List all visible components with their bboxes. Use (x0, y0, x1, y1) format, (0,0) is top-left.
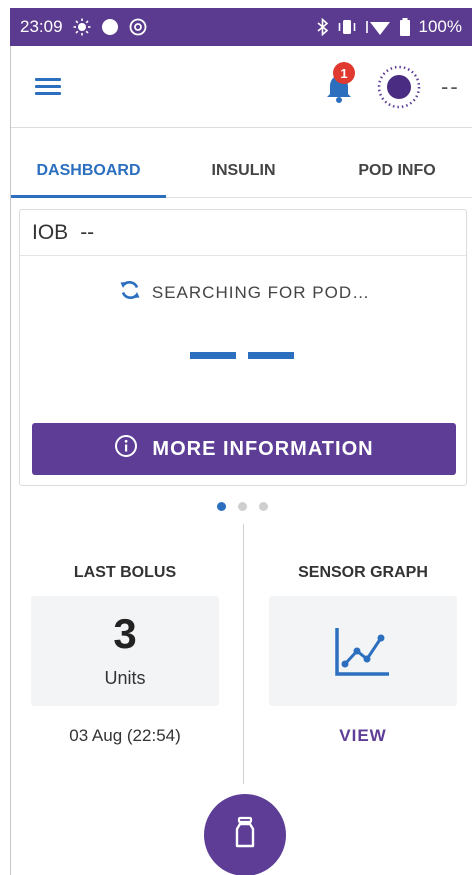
at-sign-icon (129, 18, 147, 36)
iob-label: IOB (32, 220, 69, 244)
circle-icon (101, 18, 119, 36)
app-frame: 1 -- DASHBOARD INSULIN POD INFO IOB -- S… (10, 46, 472, 875)
hamburger-menu-icon[interactable] (35, 75, 65, 99)
vibrate-icon (337, 18, 357, 36)
brightness-icon (73, 18, 91, 36)
status-time: 23:09 (20, 17, 63, 36)
bolus-fab-button[interactable] (204, 794, 286, 875)
searching-text: SEARCHING FOR POD… (151, 282, 371, 302)
bluetooth-icon (317, 18, 329, 36)
last-bolus-units: Units (104, 668, 146, 688)
pager-dot[interactable] (216, 502, 226, 511)
last-bolus-title: LAST BOLUS (73, 564, 177, 581)
battery-percent: 100% (418, 17, 462, 36)
sensor-graph-title: SENSOR GRAPH (298, 564, 428, 581)
reading-placeholder (190, 352, 294, 359)
tab-bar: DASHBOARD INSULIN POD INFO (11, 144, 472, 198)
active-tab-indicator (11, 195, 166, 198)
status-bar: 23:09 100% (10, 8, 472, 46)
notification-badge: 1 (333, 62, 355, 84)
last-bolus-value: 3 (113, 610, 137, 657)
pager-dots (11, 502, 472, 511)
iob-row: IOB -- (20, 210, 466, 256)
panel-divider (243, 524, 244, 784)
last-bolus-timestamp: 03 Aug (22:54) (69, 726, 181, 745)
tab-dashboard[interactable]: DASHBOARD (11, 144, 166, 198)
pager-dot[interactable] (258, 502, 268, 511)
sensor-graph-tile[interactable] (269, 596, 457, 706)
sync-icon (118, 278, 142, 307)
pod-status-text: -- (441, 74, 460, 99)
more-information-label: MORE INFORMATION (152, 437, 374, 460)
more-information-button[interactable]: MORE INFORMATION (32, 423, 456, 475)
tab-pod-info[interactable]: POD INFO (321, 144, 472, 198)
last-bolus-tile: 3 Units (31, 596, 219, 706)
sensor-graph-view-link[interactable]: VIEW (269, 726, 457, 746)
iob-value: -- (80, 220, 95, 244)
pager-dot[interactable] (237, 502, 247, 511)
tab-insulin[interactable]: INSULIN (166, 144, 321, 198)
pod-status-icon[interactable] (375, 63, 423, 111)
searching-status: SEARCHING FOR POD… (20, 278, 468, 307)
line-chart-icon (333, 624, 393, 680)
bolus-icon (230, 816, 260, 855)
info-icon (114, 434, 138, 464)
pod-status-card: IOB -- SEARCHING FOR POD… MORE INFORMATI… (19, 209, 467, 486)
app-bar: 1 -- (11, 46, 472, 128)
wifi-icon (365, 18, 391, 36)
battery-icon (399, 17, 411, 37)
